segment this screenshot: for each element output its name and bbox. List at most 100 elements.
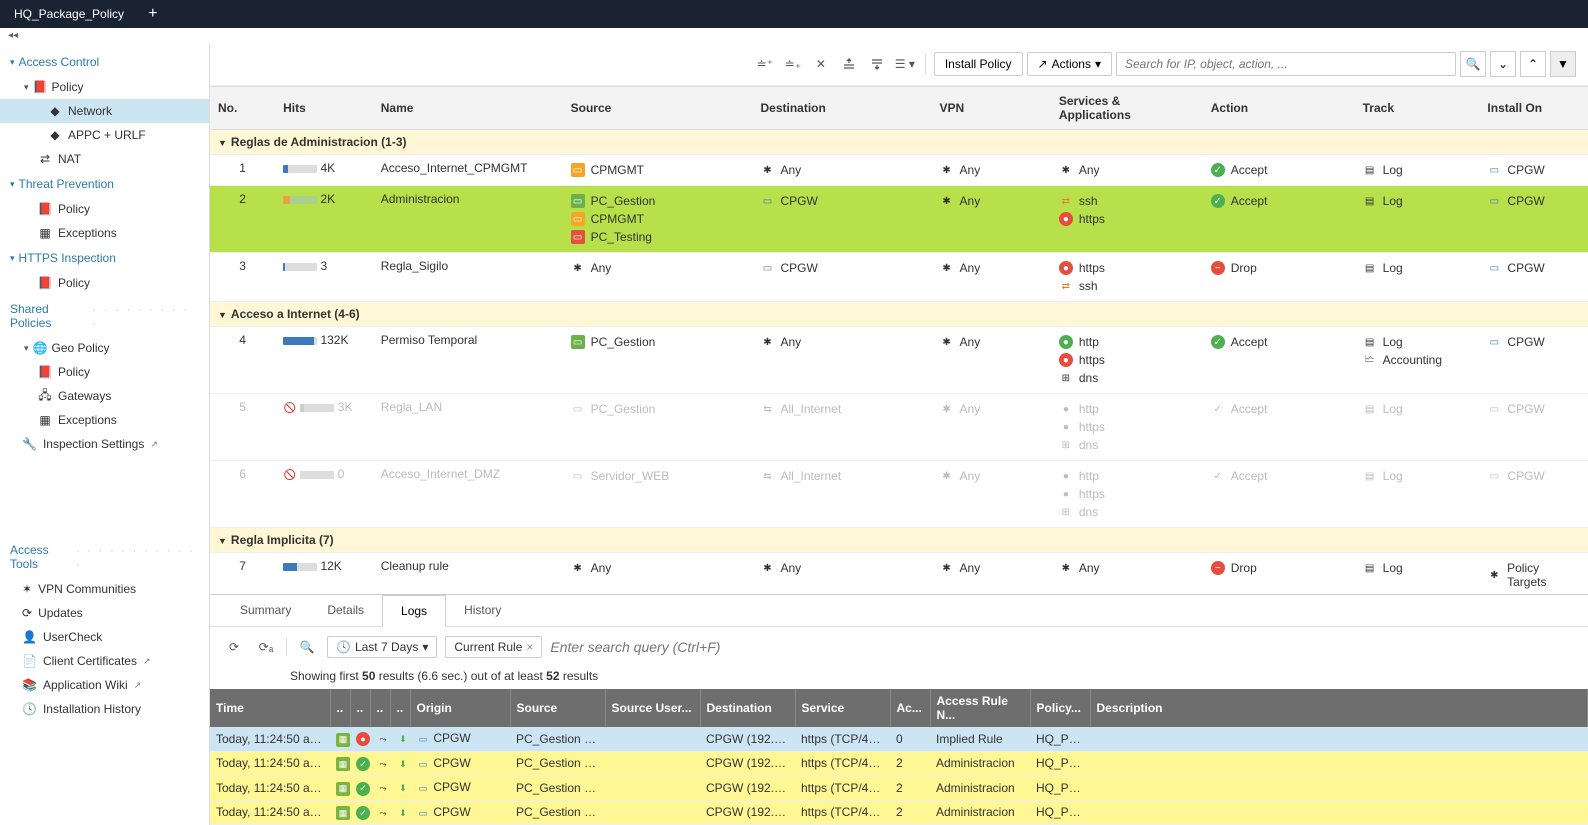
- section-row[interactable]: ▼Reglas de Administracion (1-3): [210, 130, 1588, 155]
- col-ac[interactable]: Ac...: [890, 689, 930, 727]
- col-mini[interactable]: ..: [350, 689, 370, 727]
- delete-rule-button[interactable]: ✕: [809, 52, 833, 76]
- refresh-button[interactable]: ⟳: [222, 635, 246, 659]
- auto-refresh-button[interactable]: ⟳ₐ: [254, 635, 278, 659]
- col-srcuser[interactable]: Source User...: [605, 689, 700, 727]
- col-time[interactable]: Time: [210, 689, 330, 727]
- next-match-button[interactable]: ⌄: [1490, 51, 1516, 77]
- gateway-icon: ▭: [1487, 163, 1501, 177]
- rule-row-disabled[interactable]: 6 🚫 0 Acceso_Internet_DMZ ▭Servidor_WEB …: [210, 461, 1588, 528]
- col-dest[interactable]: Destination: [700, 689, 795, 727]
- log-row[interactable]: Today, 11:24:50 a. m. ▦ ✓ ⤳ ⬇ ▭ CPGW PC_…: [210, 751, 1588, 776]
- time-range-chip[interactable]: 🕓Last 7 Days ▾: [327, 636, 437, 658]
- host-icon: ▭: [571, 469, 585, 483]
- col-origin[interactable]: Origin: [410, 689, 510, 727]
- col-hits[interactable]: Hits: [275, 87, 373, 130]
- add-section-below-button[interactable]: [865, 52, 889, 76]
- section-row[interactable]: ▼Regla Implicita (7): [210, 528, 1588, 553]
- actions-button[interactable]: ↗Actions ▾: [1027, 52, 1112, 76]
- collapse-hint[interactable]: ◂◂: [0, 28, 1588, 43]
- tab-hq-package[interactable]: HQ_Package_Policy: [0, 1, 138, 27]
- log-row[interactable]: Today, 11:24:50 a. m. ▦ ✓ ⤳ ⬇ ▭ CPGW PC_…: [210, 800, 1588, 825]
- col-service[interactable]: Service: [795, 689, 890, 727]
- rule-row-selected[interactable]: 2 2K Administracion ▭PC_Gestion ▭CPMGMT …: [210, 186, 1588, 253]
- sidebar-item-tp-exceptions[interactable]: ▦ Exceptions: [0, 221, 209, 245]
- sidebar-usercheck[interactable]: 👤UserCheck: [0, 625, 209, 649]
- view-options-button[interactable]: ☰ ▾: [893, 52, 917, 76]
- section-row[interactable]: ▼Acceso a Internet (4-6): [210, 302, 1588, 327]
- log-row[interactable]: Today, 11:24:50 a. m. ▦ ● ⤳ ⬇ ▭ CPGW PC_…: [210, 727, 1588, 751]
- sidebar-threat-prevention[interactable]: ▾ Threat Prevention: [0, 171, 209, 197]
- sidebar-item-network[interactable]: ◆ Network: [0, 99, 209, 123]
- col-source[interactable]: Source: [563, 87, 753, 130]
- tab-add-button[interactable]: +: [138, 1, 167, 27]
- label: Geo Policy: [51, 341, 109, 355]
- rule-row[interactable]: 4 132K Permiso Temporal ▭PC_Gestion ✱Any…: [210, 327, 1588, 394]
- sidebar-item-appc[interactable]: ◆ APPC + URLF: [0, 123, 209, 147]
- col-desc[interactable]: Description: [1090, 689, 1588, 727]
- rule-row-disabled[interactable]: 5 🚫 3K Regla_LAN ▭PC_Gestion ⇆All_Intern…: [210, 394, 1588, 461]
- sidebar-installhist[interactable]: 🕓Installation History: [0, 697, 209, 721]
- drop-icon: −: [1211, 561, 1225, 575]
- host-icon: ▭: [571, 402, 585, 416]
- col-mini[interactable]: ..: [390, 689, 410, 727]
- rule-row[interactable]: 7 12K Cleanup rule ✱Any ✱Any ✱Any ✱Any −…: [210, 553, 1588, 595]
- tab-details[interactable]: Details: [309, 595, 382, 626]
- col-mini[interactable]: ..: [330, 689, 350, 727]
- search-input[interactable]: [1125, 57, 1447, 71]
- col-vpn[interactable]: VPN: [932, 87, 1051, 130]
- col-no[interactable]: No.: [210, 87, 275, 130]
- cell-hits: 2K: [275, 186, 373, 253]
- add-section-above-button[interactable]: [837, 52, 861, 76]
- col-source[interactable]: Source: [510, 689, 605, 727]
- sidebar-updates[interactable]: ⟳Updates: [0, 601, 209, 625]
- sidebar-inspection-settings[interactable]: 🔧 Inspection Settings↗: [0, 432, 209, 456]
- sidebar-item-exceptions[interactable]: ▦ Exceptions: [0, 408, 209, 432]
- rules-search[interactable]: [1116, 52, 1456, 76]
- current-rule-chip[interactable]: Current Rule ×: [445, 636, 542, 658]
- sidebar-policy[interactable]: ▾ 📕 Policy: [0, 75, 209, 99]
- col-mini[interactable]: ..: [370, 689, 390, 727]
- sidebar-item-nat[interactable]: ⇄ NAT: [0, 147, 209, 171]
- sidebar-clientcert[interactable]: 📄Client Certificates↗: [0, 649, 209, 673]
- search-button[interactable]: 🔍: [1460, 51, 1486, 77]
- sidebar-item-tp-policy[interactable]: 📕 Policy: [0, 197, 209, 221]
- tab-history[interactable]: History: [446, 595, 519, 626]
- cell-install: ▭CPGW: [1479, 394, 1588, 461]
- install-policy-button[interactable]: Install Policy: [934, 52, 1023, 76]
- col-name[interactable]: Name: [373, 87, 563, 130]
- add-rule-above-button[interactable]: ≐⁺: [753, 52, 777, 76]
- col-action[interactable]: Action: [1203, 87, 1355, 130]
- tab-summary[interactable]: Summary: [222, 595, 309, 626]
- log-row[interactable]: Today, 11:24:50 a. m. ▦ ✓ ⤳ ⬇ ▭ CPGW PC_…: [210, 776, 1588, 801]
- filter-button[interactable]: ▼: [1550, 51, 1576, 77]
- sidebar-item-gateways[interactable]: 🖧 Gateways: [0, 384, 209, 408]
- col-destination[interactable]: Destination: [752, 87, 931, 130]
- sidebar-https-inspection[interactable]: ▾ HTTPS Inspection: [0, 245, 209, 271]
- col-policy[interactable]: Policy...: [1030, 689, 1090, 727]
- cell-origin: ▭ CPGW: [410, 751, 510, 776]
- star-icon: ✶: [22, 582, 32, 596]
- sidebar-vpn[interactable]: ✶VPN Communities: [0, 577, 209, 601]
- add-rule-below-button[interactable]: ≐₊: [781, 52, 805, 76]
- prev-match-button[interactable]: ⌃: [1520, 51, 1546, 77]
- tab-logs[interactable]: Logs: [382, 595, 446, 627]
- col-rule[interactable]: Access Rule N...: [930, 689, 1030, 727]
- sidebar-access-control[interactable]: ▾ Access Control: [0, 49, 209, 75]
- label: Updates: [38, 606, 83, 620]
- sidebar-geo-policy[interactable]: ▾ 🌐 Geo Policy: [0, 336, 209, 360]
- col-install[interactable]: Install On: [1479, 87, 1588, 130]
- rule-row[interactable]: 1 4K Acceso_Internet_CPMGMT ▭CPMGMT ✱Any…: [210, 155, 1588, 186]
- query-button[interactable]: 🔍: [295, 635, 319, 659]
- sidebar: ▾ Access Control ▾ 📕 Policy ◆ Network ◆ …: [0, 43, 210, 825]
- sidebar-item-geo-policy[interactable]: 📕 Policy: [0, 360, 209, 384]
- log-search-input[interactable]: [550, 639, 1576, 655]
- gateway-icon: ▭: [416, 782, 430, 796]
- sidebar-item-https-policy[interactable]: 📕 Policy: [0, 271, 209, 295]
- log-icon: ⬇: [396, 782, 410, 796]
- col-track[interactable]: Track: [1355, 87, 1480, 130]
- sidebar-appwiki[interactable]: 📚Application Wiki↗: [0, 673, 209, 697]
- rule-row[interactable]: 3 3 Regla_Sigilo ✱Any ▭CPGW ✱Any ●https …: [210, 253, 1588, 302]
- col-services[interactable]: Services & Applications: [1051, 87, 1203, 130]
- close-icon[interactable]: ×: [526, 640, 533, 654]
